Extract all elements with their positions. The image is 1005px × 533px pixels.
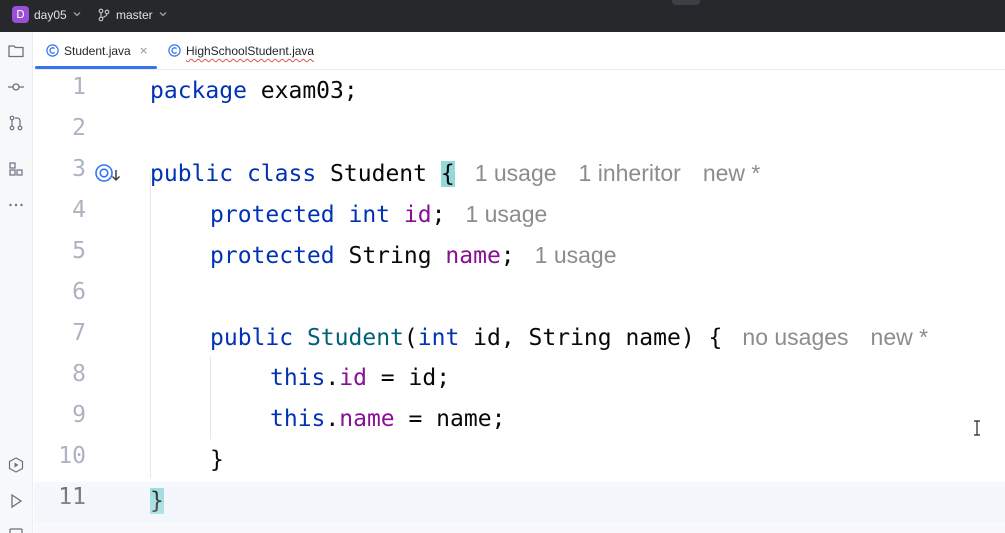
code-editor[interactable]: 1 2 3 4 5 6 7 8 9 10 11 package exam03; … [34,70,1005,533]
code-token: id [403,202,432,228]
code-token: ( [403,325,418,351]
folder-icon[interactable] [7,42,25,60]
inlay-hint-usages[interactable]: 1 usage [535,242,617,268]
chevron-down-icon[interactable] [158,9,168,19]
text-cursor-icon [974,420,980,436]
code-line-9: this.name = name; [270,402,505,436]
title-bar: D day05 master [0,0,1005,32]
code-line-10: } [210,443,224,477]
code-line-4: protected int id; 1 usage [210,197,547,231]
java-class-icon [168,44,181,57]
code-token: id, String name) { [459,325,723,351]
editor-tab-bar: Student.java × HighSchoolStudent.java [34,32,1005,70]
tab-label: HighSchoolStudent.java [186,44,315,58]
code-token: = id; [366,365,451,391]
code-token: ; [431,202,446,228]
line-number: 6 [72,279,86,305]
tab-label: Student.java [64,44,131,58]
code-token: name [339,406,395,432]
line-number: 8 [72,361,86,387]
run-icon[interactable] [7,492,25,510]
git-branch-icon[interactable] [98,8,110,22]
window-handle [672,0,700,5]
code-line-5: protected String name; 1 usage [210,238,617,272]
code-line-3: public class Student {1 usage 1 inheritor… [150,156,760,190]
tool-window-strip [0,32,33,533]
indent-guide [210,357,211,439]
code-token: exam03; [246,78,358,104]
more-icon[interactable] [7,196,25,214]
code-token: name [445,243,501,269]
inlay-hint-usages[interactable]: 1 usage [475,160,557,186]
tab-highschoolstudent-java[interactable]: HighSchoolStudent.java [168,32,328,70]
tab-student-java[interactable]: Student.java × [34,32,158,70]
project-name[interactable]: day05 [34,8,67,22]
code-token: = name; [394,406,506,432]
code-token: Student [306,325,404,351]
inlay-hint-inheritors[interactable]: 1 inheritor [579,160,681,186]
code-token: String [334,243,446,269]
current-line-highlight [34,482,1005,523]
inlay-hint-usages[interactable]: no usages [742,324,848,350]
line-number: 5 [72,238,86,264]
inlay-hint-usages[interactable]: 1 usage [465,201,547,227]
overridden-method-icon[interactable] [94,162,124,186]
commit-icon[interactable] [7,78,25,96]
code-token: protected [210,202,335,228]
services-icon[interactable] [7,456,25,474]
matched-brace: { [440,161,455,187]
line-number: 4 [72,197,86,223]
code-token: this [270,406,326,432]
matched-brace: } [150,488,164,514]
indent-guide [150,173,151,478]
close-icon[interactable]: × [139,44,148,57]
inlay-hint-author[interactable]: new * [703,160,761,186]
code-token: package [150,78,247,104]
code-token: int [417,325,460,351]
line-number: 2 [72,115,86,141]
code-token: id [339,365,367,391]
line-number: 7 [72,320,86,346]
code-token: . [325,406,340,432]
code-line-11: } [150,484,164,518]
line-number: 1 [72,74,86,100]
code-token: Student [316,161,441,187]
pull-requests-icon[interactable] [7,114,25,132]
code-token: public [150,161,234,187]
java-class-icon [46,44,59,57]
inlay-hint-author[interactable]: new * [871,324,929,350]
code-line-1: package exam03; [150,74,358,108]
code-token: protected [210,243,335,269]
debug-icon[interactable] [7,526,25,533]
code-token: ; [500,243,515,269]
line-number: 3 [72,156,86,182]
line-number: 10 [58,443,86,469]
branch-name[interactable]: master [116,8,153,22]
code-line-7: public Student(int id, String name) { no … [210,320,928,354]
code-token: . [325,365,340,391]
code-token: class [246,161,317,187]
line-number-current: 11 [58,484,86,510]
code-line-8: this.id = id; [270,361,450,395]
active-tab-indicator [35,66,157,69]
code-token: this [270,365,326,391]
chevron-down-icon[interactable] [72,9,82,19]
line-number: 9 [72,402,86,428]
project-badge[interactable]: D [12,6,29,23]
code-token: int [348,202,391,228]
code-token: public [210,325,294,351]
code-token: } [210,447,224,473]
structure-icon[interactable] [7,160,25,178]
